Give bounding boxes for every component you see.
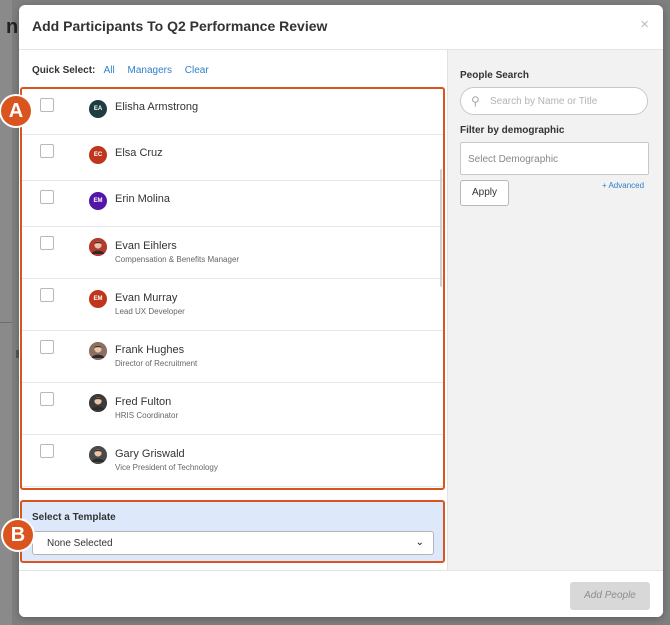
filter-panel: People Search ⚲ Search by Name or Title … bbox=[447, 50, 663, 570]
modal-title: Add Participants To Q2 Performance Revie… bbox=[32, 18, 328, 34]
participant-name: Elsa Cruz bbox=[115, 147, 163, 159]
template-selected-value: None Selected bbox=[47, 538, 113, 549]
search-input[interactable]: ⚲ Search by Name or Title bbox=[460, 87, 648, 115]
add-participants-modal: Add Participants To Q2 Performance Revie… bbox=[19, 5, 663, 617]
participant-checkbox[interactable] bbox=[40, 288, 54, 302]
add-people-button[interactable]: Add People bbox=[570, 582, 650, 610]
modal-header: Add Participants To Q2 Performance Revie… bbox=[19, 5, 663, 50]
avatar bbox=[89, 446, 107, 464]
template-select[interactable]: None Selected ⌄ bbox=[32, 531, 434, 555]
participant-title: Director of Recruitment bbox=[115, 359, 198, 368]
chevron-down-icon: ⌄ bbox=[415, 537, 424, 548]
participant-row[interactable]: Frank Hughes Director of Recruitment bbox=[22, 331, 443, 383]
background-divider bbox=[0, 322, 12, 323]
avatar: EM bbox=[89, 192, 107, 210]
search-icon: ⚲ bbox=[471, 94, 480, 108]
template-label: Select a Template bbox=[32, 512, 116, 523]
participant-title: Vice President of Technology bbox=[115, 463, 218, 472]
quick-select-label: Quick Select: bbox=[32, 65, 96, 76]
people-search-label: People Search bbox=[460, 70, 529, 81]
participant-checkbox[interactable] bbox=[40, 340, 54, 354]
participants-panel: Quick Select: All Managers Clear EA Elish… bbox=[19, 50, 447, 570]
participant-name: Erin Molina bbox=[115, 193, 171, 205]
quick-select-all-link[interactable]: All bbox=[104, 65, 115, 76]
search-placeholder: Search by Name or Title bbox=[490, 96, 598, 107]
quick-select-clear-link[interactable]: Clear bbox=[185, 65, 209, 76]
participant-name: Gary Griswald bbox=[115, 448, 185, 460]
participant-name: Frank Hughes bbox=[115, 344, 185, 356]
participant-row[interactable]: Gary Griswald Vice President of Technolog… bbox=[22, 435, 443, 487]
demographic-placeholder: Select Demographic bbox=[468, 154, 559, 165]
quick-select: Quick Select: All Managers Clear bbox=[32, 65, 219, 76]
participant-row[interactable]: EM Evan Murray Lead UX Developer bbox=[22, 279, 443, 331]
participant-row[interactable]: EC Elsa Cruz bbox=[22, 135, 443, 181]
avatar: EC bbox=[89, 146, 107, 164]
participant-list: EA Elisha Armstrong EC Elsa Cruz EM Erin Moli… bbox=[20, 87, 445, 490]
participant-name: Evan Eihlers bbox=[115, 240, 177, 252]
callout-marker-a: A bbox=[1, 96, 31, 126]
participant-title: Lead UX Developer bbox=[115, 307, 185, 316]
participant-checkbox[interactable] bbox=[40, 392, 54, 406]
participant-name: Evan Murray bbox=[115, 292, 178, 304]
participant-row[interactable]: EM Erin Molina bbox=[22, 181, 443, 227]
participant-row[interactable]: EA Elisha Armstrong bbox=[22, 89, 443, 135]
quick-select-managers-link[interactable]: Managers bbox=[128, 65, 172, 76]
participant-title: HRIS Coordinator bbox=[115, 411, 179, 420]
callout-marker-b: B bbox=[3, 520, 33, 550]
participant-checkbox[interactable] bbox=[40, 190, 54, 204]
close-icon[interactable]: × bbox=[640, 16, 649, 33]
participant-checkbox[interactable] bbox=[40, 444, 54, 458]
demographic-select[interactable]: Select Demographic bbox=[460, 142, 649, 175]
demographic-label: Filter by demographic bbox=[460, 125, 565, 136]
avatar bbox=[89, 342, 107, 360]
participant-row[interactable]: Evan Eihlers Compensation & Benefits Mana… bbox=[22, 227, 443, 279]
participant-name: Fred Fulton bbox=[115, 396, 172, 408]
modal-footer: Add People bbox=[19, 570, 663, 617]
participant-checkbox[interactable] bbox=[40, 144, 54, 158]
participant-title: Compensation & Benefits Manager bbox=[115, 255, 240, 264]
participant-list-scroll[interactable]: EA Elisha Armstrong EC Elsa Cruz EM Erin Moli… bbox=[22, 89, 443, 488]
template-section: Select a Template None Selected ⌄ bbox=[20, 500, 445, 563]
advanced-filter-link[interactable]: + Advanced bbox=[602, 181, 644, 190]
apply-button[interactable]: Apply bbox=[460, 180, 509, 206]
avatar bbox=[89, 394, 107, 412]
avatar bbox=[89, 238, 107, 256]
participant-row[interactable]: Fred Fulton HRIS Coordinator bbox=[22, 383, 443, 435]
participant-checkbox[interactable] bbox=[40, 98, 54, 112]
avatar: EA bbox=[89, 100, 107, 118]
scrollbar[interactable] bbox=[440, 169, 442, 287]
participant-name: Elisha Armstrong bbox=[115, 101, 199, 113]
participant-checkbox[interactable] bbox=[40, 236, 54, 250]
background-text: n bbox=[6, 16, 19, 38]
avatar: EM bbox=[89, 290, 107, 308]
